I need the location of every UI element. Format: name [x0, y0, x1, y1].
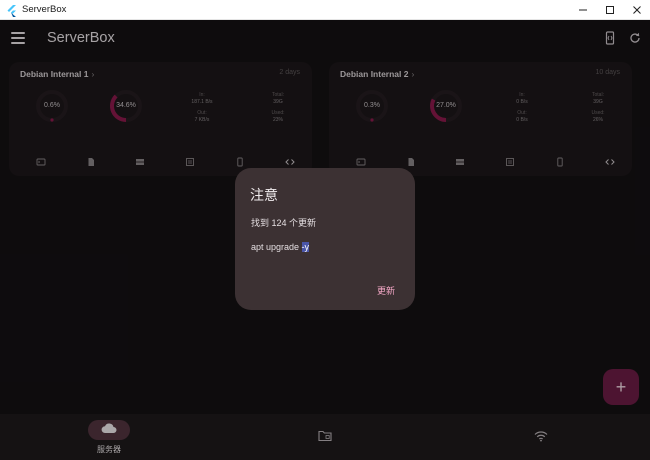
update-button[interactable]: 更新: [377, 284, 395, 297]
maximize-button[interactable]: [596, 0, 623, 20]
flutter-logo-icon: [6, 4, 18, 17]
update-dialog: 注意 找到 124 个更新 apt upgrade -y 更新: [235, 168, 415, 310]
dialog-title: 注意: [250, 187, 278, 203]
update-command-text: apt upgrade -y: [251, 242, 310, 252]
update-count-text: 找到 124 个更新: [251, 218, 317, 228]
close-window-button[interactable]: [623, 0, 650, 20]
window-title: ServerBox: [22, 4, 67, 15]
selected-text: -y: [301, 242, 310, 252]
minimize-button[interactable]: [569, 0, 596, 20]
window-titlebar: ServerBox: [0, 0, 650, 20]
app-surface: ServerBox Debian Internal 1 › 2 days 0.6%…: [0, 20, 650, 460]
